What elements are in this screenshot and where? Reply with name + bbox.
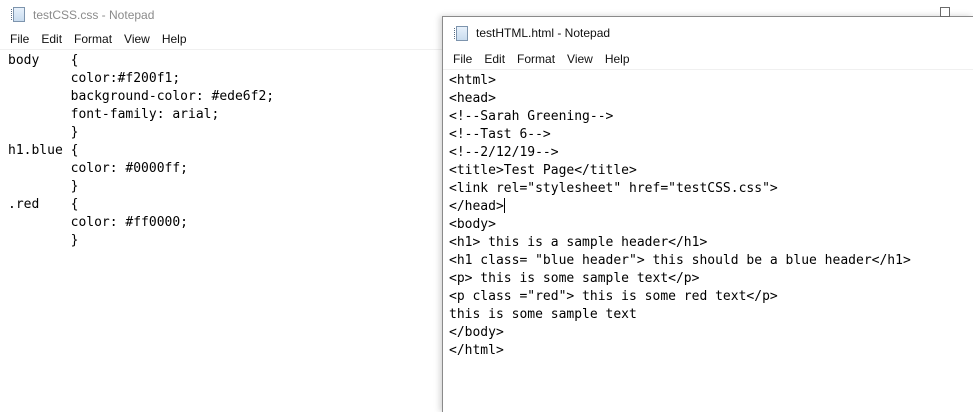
editor-line: </html> [449, 342, 973, 360]
css-text-editor[interactable]: body { color:#f200f1; background-color: … [0, 50, 445, 250]
editor-line-text: } [8, 233, 79, 248]
editor-line-text: <head> [449, 91, 496, 106]
editor-line: body { [8, 52, 445, 70]
menu-view[interactable]: View [561, 49, 599, 69]
editor-line-text: <h1> this is a sample header</h1> [449, 235, 708, 250]
editor-line: color:#f200f1; [8, 70, 445, 88]
notepad-document-icon [454, 25, 468, 41]
editor-line: <p class ="red"> this is some red text</… [449, 288, 973, 306]
text-caret [503, 198, 505, 213]
editor-line: h1.blue { [8, 142, 445, 160]
editor-line-text: <title>Test Page</title> [449, 163, 637, 178]
editor-line-text: <!--2/12/19--> [449, 145, 559, 160]
editor-line: <head> [449, 90, 973, 108]
css-window-menubar: File Edit Format View Help [0, 29, 445, 50]
editor-line-text: color:#f200f1; [8, 71, 181, 86]
editor-line: <h1 class= "blue header"> this should be… [449, 252, 973, 270]
menu-help[interactable]: Help [599, 49, 636, 69]
editor-line: </body> [449, 324, 973, 342]
editor-line-text: <!--Tast 6--> [449, 127, 551, 142]
editor-line: this is some sample text [449, 306, 973, 324]
editor-line-text: color: #0000ff; [8, 161, 189, 176]
editor-line: <body> [449, 216, 973, 234]
menu-file[interactable]: File [4, 29, 35, 49]
menu-help[interactable]: Help [156, 29, 193, 49]
editor-line: } [8, 178, 445, 196]
editor-line-text: } [8, 179, 79, 194]
editor-line: <html> [449, 72, 973, 90]
editor-line: <p> this is some sample text</p> [449, 270, 973, 288]
html-window-titlebar[interactable]: testHTML.html - Notepad [443, 17, 973, 49]
editor-line-text: this is some sample text [449, 307, 637, 322]
editor-line: </head> [449, 198, 973, 216]
html-notepad-window[interactable]: testHTML.html - Notepad File Edit Format… [442, 16, 973, 412]
editor-line: color: #0000ff; [8, 160, 445, 178]
editor-line: } [8, 124, 445, 142]
html-window-title: testHTML.html - Notepad [476, 26, 611, 40]
editor-line-text: <h1 class= "blue header"> this should be… [449, 253, 911, 268]
editor-line: <!--2/12/19--> [449, 144, 973, 162]
editor-line: <link rel="stylesheet" href="testCSS.css… [449, 180, 973, 198]
menu-file[interactable]: File [447, 49, 478, 69]
maximize-icon[interactable] [940, 7, 950, 17]
editor-line-text: .red { [8, 197, 79, 212]
notepad-document-icon [11, 7, 25, 22]
editor-line-text: body { [8, 53, 79, 68]
editor-line: <!--Tast 6--> [449, 126, 973, 144]
editor-line-text: </html> [449, 343, 504, 358]
menu-edit[interactable]: Edit [478, 49, 511, 69]
editor-line-text: <!--Sarah Greening--> [449, 109, 614, 124]
menu-format[interactable]: Format [511, 49, 561, 69]
editor-line: .red { [8, 196, 445, 214]
editor-line-text: <html> [449, 73, 496, 88]
editor-line-text: background-color: #ede6f2; [8, 89, 275, 104]
menu-view[interactable]: View [118, 29, 156, 49]
menu-format[interactable]: Format [68, 29, 118, 49]
editor-line: } [8, 232, 445, 250]
editor-line-text: </head> [449, 199, 504, 214]
editor-line: font-family: arial; [8, 106, 445, 124]
editor-line: <h1> this is a sample header</h1> [449, 234, 973, 252]
editor-line-text: font-family: arial; [8, 107, 220, 122]
editor-line-text: <body> [449, 217, 496, 232]
editor-line: <title>Test Page</title> [449, 162, 973, 180]
editor-line-text: <p class ="red"> this is some red text</… [449, 289, 778, 304]
editor-line-text: <p> this is some sample text</p> [449, 271, 700, 286]
editor-line-text: } [8, 125, 79, 140]
css-window-title: testCSS.css - Notepad [33, 7, 155, 22]
menu-edit[interactable]: Edit [35, 29, 68, 49]
css-window-titlebar[interactable]: testCSS.css - Notepad [0, 0, 445, 29]
editor-line: color: #ff0000; [8, 214, 445, 232]
editor-line-text: h1.blue { [8, 143, 79, 158]
editor-line-text: </body> [449, 325, 504, 340]
editor-line-text: color: #ff0000; [8, 215, 189, 230]
css-notepad-window[interactable]: testCSS.css - Notepad File Edit Format V… [0, 0, 445, 412]
editor-line: <!--Sarah Greening--> [449, 108, 973, 126]
html-text-editor[interactable]: <html> <head> <!--Sarah Greening--> <!--Tas… [443, 70, 973, 360]
html-window-menubar: File Edit Format View Help [443, 49, 973, 70]
editor-line: background-color: #ede6f2; [8, 88, 445, 106]
editor-line-text: <link rel="stylesheet" href="testCSS.css… [449, 181, 778, 196]
